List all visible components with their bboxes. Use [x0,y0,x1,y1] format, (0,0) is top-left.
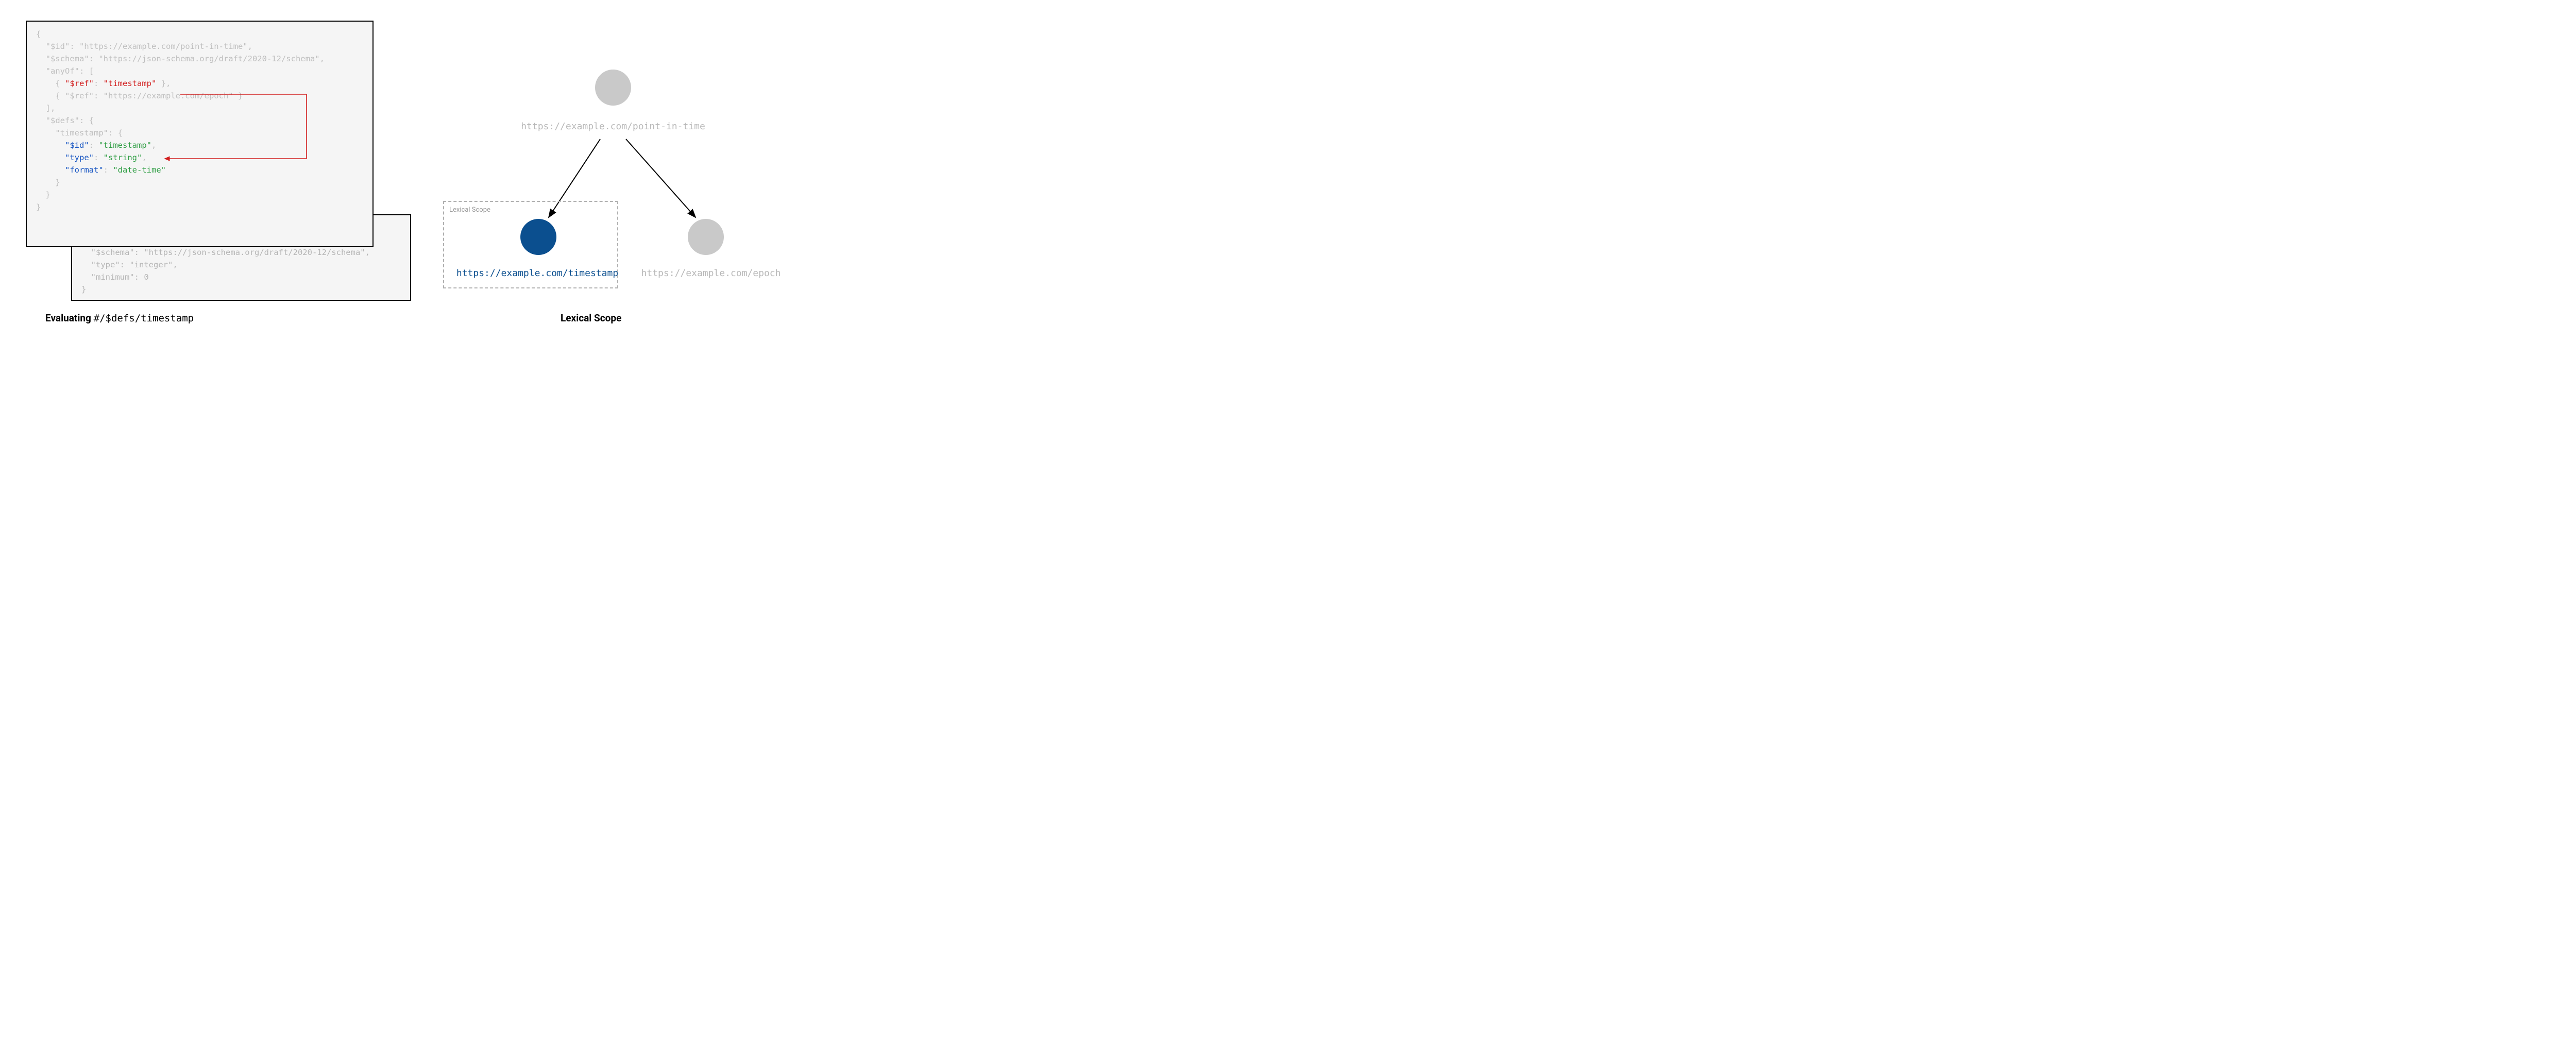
caption-evaluating: Evaluating #/$defs/timestamp [45,312,194,324]
node-root [595,70,631,106]
label-root: https://example.com/point-in-time [515,121,711,132]
schema-code-main: { "$id": "https://example.com/point-in-t… [26,21,374,247]
caption-lexical-scope: Lexical Scope [561,312,621,324]
label-timestamp: https://example.com/timestamp [452,268,622,279]
scope-box-title: Lexical Scope [449,206,612,214]
diagram-canvas: { "$id": "https://example.com/point-in-t… [15,15,801,333]
label-epoch: https://example.com/epoch [636,268,786,279]
edge-right [626,139,696,217]
scope-graph: https://example.com/point-in-time Lexica… [433,52,793,304]
node-epoch [688,219,724,255]
